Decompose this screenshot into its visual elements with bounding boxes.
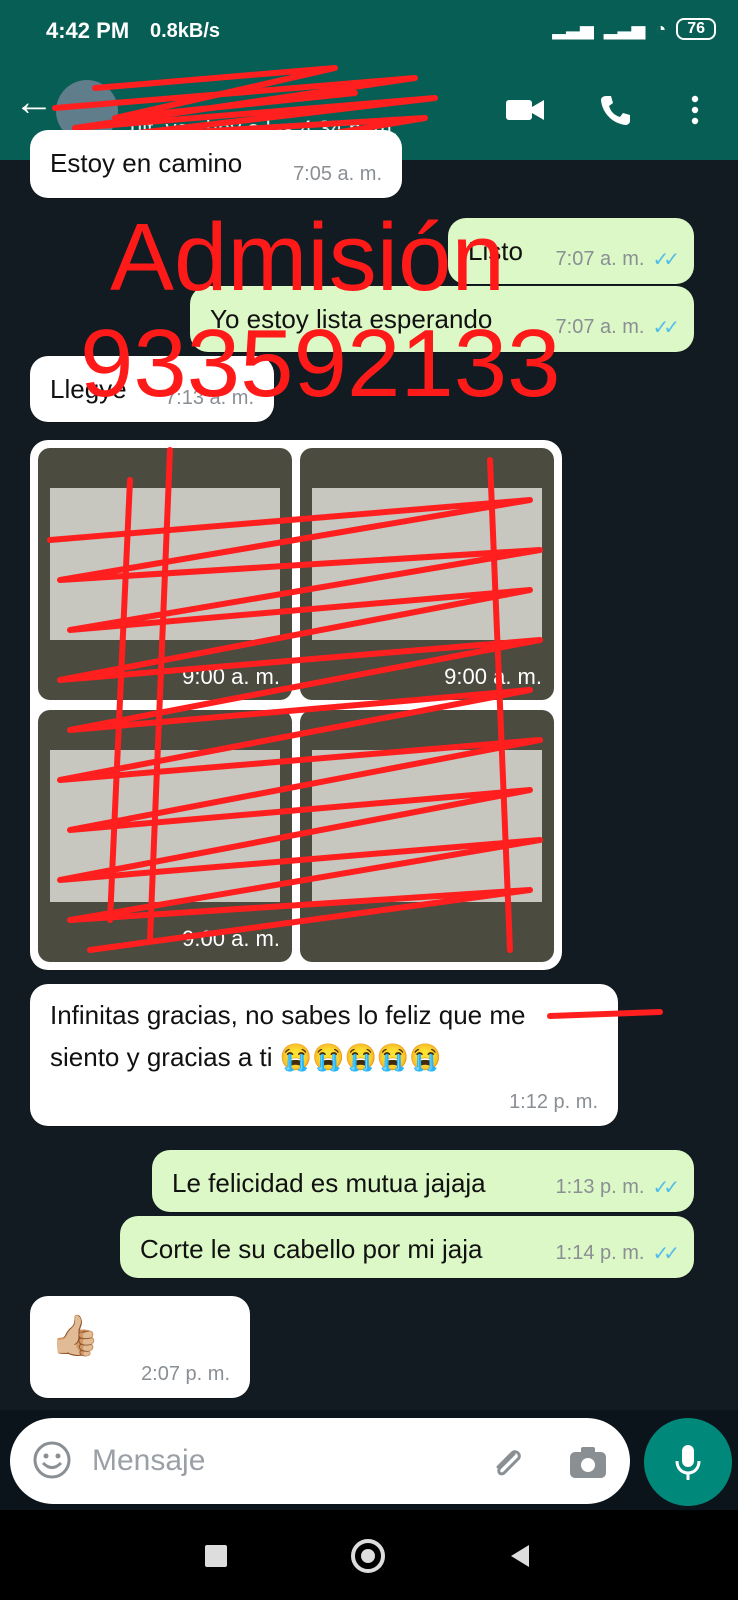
status-icons: ▂▃▅ ▂▃▅ ◔ 76 bbox=[552, 18, 716, 40]
read-receipt-icon: ✓✓ bbox=[652, 1177, 679, 1199]
message-text: Infinitas gracias, no sabes lo feliz que… bbox=[50, 1000, 526, 1030]
redaction-scribble bbox=[47, 447, 543, 953]
message-incoming[interactable]: Estoy en camino 7:05 a. m. bbox=[30, 130, 402, 198]
phone-icon[interactable] bbox=[595, 90, 635, 130]
media-message[interactable]: 9:00 a. m. 9:00 a. m. 9:00 a. m. bbox=[30, 440, 562, 970]
overlay-text-line2: 933592133 bbox=[80, 310, 561, 417]
video-call-icon[interactable] bbox=[505, 90, 545, 130]
signal-icon: ▂▃▅ bbox=[552, 18, 594, 39]
read-receipt-icon: ✓✓ bbox=[652, 1243, 679, 1265]
message-time: 1:13 p. m. ✓✓ bbox=[555, 1176, 680, 1199]
mic-icon bbox=[675, 1445, 701, 1480]
network-speed: 0.8kB/s bbox=[150, 20, 221, 42]
message-outgoing[interactable]: Corte le su cabello por mi jaja 1:14 p. … bbox=[120, 1216, 694, 1278]
message-text: Estoy en camino bbox=[50, 148, 243, 178]
camera-icon[interactable] bbox=[568, 1444, 608, 1480]
status-bar: 4:42 PM 0.8kB/s ▂▃▅ ▂▃▅ ◔ 76 bbox=[0, 0, 738, 58]
message-time: 2:07 p. m. bbox=[141, 1363, 230, 1385]
overlay-text-line1: Admisión bbox=[110, 204, 505, 311]
message-time: 7:07 a. m. ✓✓ bbox=[555, 248, 680, 271]
mic-button[interactable] bbox=[644, 1418, 732, 1506]
read-receipt-icon: ✓✓ bbox=[652, 249, 679, 271]
battery-indicator: 76 bbox=[676, 18, 716, 40]
message-incoming[interactable]: 👍🏼 2:07 p. m. bbox=[30, 1296, 250, 1398]
message-text: Le felicidad es mutua jajaja bbox=[172, 1168, 486, 1198]
message-text: Corte le su cabello por mi jaja bbox=[140, 1234, 483, 1264]
emoji-icon[interactable] bbox=[32, 1440, 72, 1480]
message-time: 7:07 a. m. ✓✓ bbox=[555, 316, 680, 339]
message-outgoing[interactable]: Le felicidad es mutua jajaja 1:13 p. m. ✓… bbox=[152, 1150, 694, 1212]
message-time: 1:12 p. m. bbox=[509, 1091, 598, 1113]
attach-icon[interactable] bbox=[488, 1444, 528, 1484]
read-receipt-icon: ✓✓ bbox=[652, 317, 679, 339]
message-text-line-2: siento y gracias a ti 😭😭😭😭😭 bbox=[50, 1042, 442, 1072]
compose-bar[interactable]: Mensaje bbox=[10, 1418, 630, 1504]
thumbs-up-emoji: 👍🏼 bbox=[50, 1314, 100, 1358]
message-time: 7:05 a. m. bbox=[293, 163, 382, 185]
message-incoming[interactable]: Infinitas gracias, no sabes lo feliz que… bbox=[30, 984, 618, 1126]
redaction-scribble bbox=[547, 1009, 663, 1019]
signal-icon-2: ▂▃▅ bbox=[603, 18, 646, 39]
more-options-icon[interactable] bbox=[675, 90, 715, 130]
status-time: 4:42 PM bbox=[46, 18, 130, 43]
system-nav-bar bbox=[0, 1510, 738, 1600]
home-icon[interactable] bbox=[348, 1536, 388, 1576]
message-input[interactable]: Mensaje bbox=[92, 1444, 205, 1478]
wifi-icon: ◔ bbox=[655, 18, 667, 39]
recent-apps-icon[interactable] bbox=[196, 1536, 236, 1576]
back-icon[interactable] bbox=[500, 1536, 540, 1576]
message-time: 1:14 p. m. ✓✓ bbox=[555, 1242, 680, 1265]
